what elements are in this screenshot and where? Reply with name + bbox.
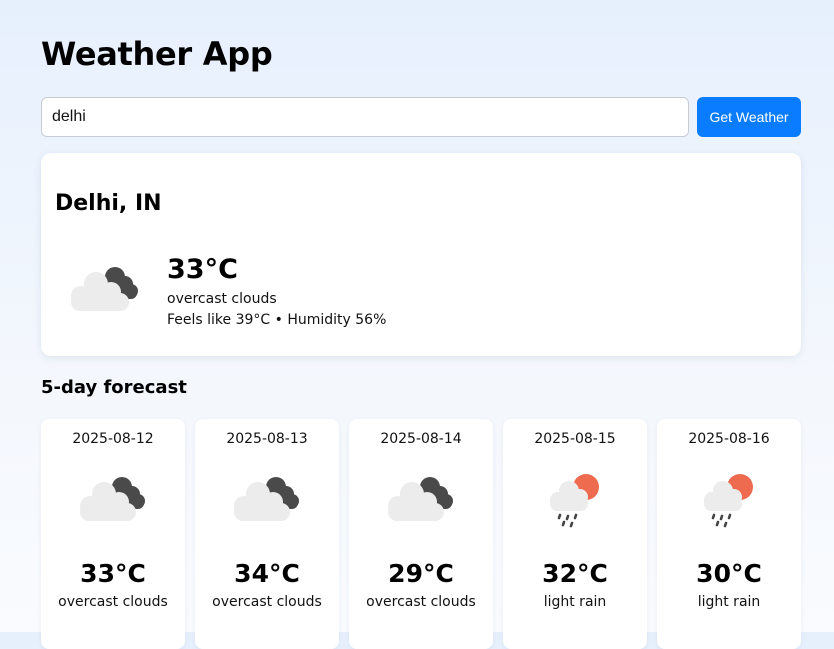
forecast-description: overcast clouds — [212, 594, 322, 610]
forecast-date: 2025-08-14 — [380, 431, 462, 447]
overcast-clouds-icon — [384, 467, 458, 529]
forecast-card: 2025-08-13 34°C overcast clouds — [195, 419, 339, 649]
city-search-input[interactable] — [41, 97, 689, 137]
overcast-clouds-icon — [230, 467, 304, 529]
forecast-date: 2025-08-15 — [534, 431, 616, 447]
forecast-temperature: 33°C — [80, 559, 146, 588]
forecast-temperature: 30°C — [696, 559, 762, 588]
city-name: Delhi, IN — [55, 191, 162, 216]
sun-rain-icon — [692, 467, 766, 529]
forecast-temperature: 34°C — [234, 559, 300, 588]
forecast-date: 2025-08-13 — [226, 431, 308, 447]
overcast-clouds-icon — [76, 467, 150, 529]
forecast-card: 2025-08-14 29°C overcast clouds — [349, 419, 493, 649]
forecast-description: light rain — [697, 594, 761, 610]
forecast-description: overcast clouds — [366, 594, 476, 610]
page-title: Weather App — [41, 35, 273, 73]
forecast-date: 2025-08-16 — [688, 431, 770, 447]
current-description: overcast clouds — [167, 291, 277, 307]
current-weather-card: Delhi, IN 33°C overcast clouds Feels lik — [41, 153, 801, 356]
forecast-card: 2025-08-15 32°C light rain — [503, 419, 647, 649]
forecast-heading: 5-day forecast — [41, 377, 187, 398]
current-temperature: 33°C — [167, 254, 238, 285]
feels-like-humidity: Feels like 39°C • Humidity 56% — [167, 312, 387, 328]
overcast-clouds-icon — [67, 259, 143, 315]
forecast-card: 2025-08-12 33°C overcast clouds — [41, 419, 185, 649]
forecast-list: 2025-08-12 33°C overcast clouds 2025-08-… — [41, 419, 801, 649]
get-weather-button[interactable]: Get Weather — [697, 97, 801, 137]
forecast-temperature: 29°C — [388, 559, 454, 588]
forecast-description: overcast clouds — [58, 594, 168, 610]
forecast-card: 2025-08-16 30°C light rain — [657, 419, 801, 649]
search-row: Get Weather — [41, 97, 801, 137]
sun-rain-icon — [538, 467, 612, 529]
forecast-description: light rain — [543, 594, 607, 610]
forecast-temperature: 32°C — [542, 559, 608, 588]
forecast-date: 2025-08-12 — [72, 431, 154, 447]
